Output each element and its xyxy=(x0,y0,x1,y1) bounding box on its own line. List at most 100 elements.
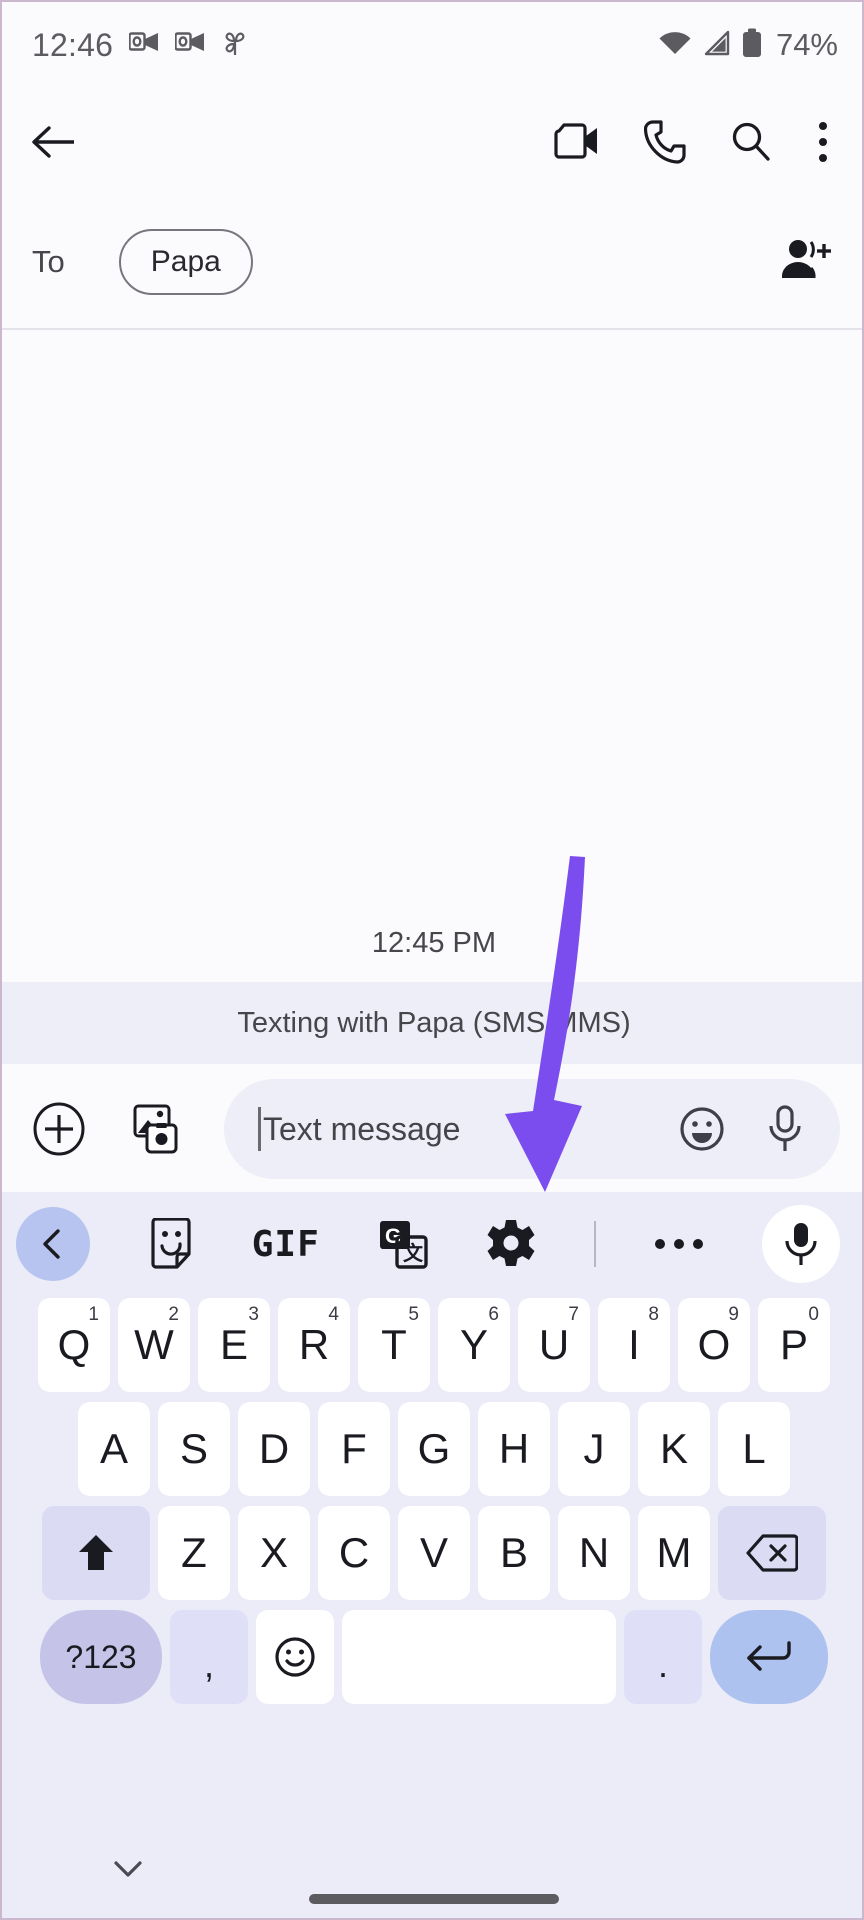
emoji-face-icon[interactable] xyxy=(256,1610,334,1704)
key-a[interactable]: A xyxy=(78,1402,150,1496)
back-arrow-icon[interactable] xyxy=(30,122,76,162)
key-z[interactable]: Z xyxy=(158,1506,230,1600)
key-period[interactable]: . xyxy=(624,1610,702,1704)
more-horizontal-icon[interactable] xyxy=(653,1236,705,1252)
key-u[interactable]: U7 xyxy=(518,1298,590,1392)
key-superscript: 2 xyxy=(168,1304,179,1325)
sticker-icon[interactable] xyxy=(147,1218,195,1270)
overflow-menu-icon[interactable] xyxy=(816,120,830,164)
key-superscript: 4 xyxy=(328,1304,339,1325)
key-label: R xyxy=(298,1321,330,1368)
key-s[interactable]: S xyxy=(158,1402,230,1496)
gif-button[interactable]: GIF xyxy=(252,1224,320,1265)
recipient-row: To Papa xyxy=(2,196,862,330)
key-n[interactable]: N xyxy=(558,1506,630,1600)
navigation-bar xyxy=(2,1838,862,1918)
outlook-icon xyxy=(128,30,159,61)
key-b[interactable]: B xyxy=(478,1506,550,1600)
key-space[interactable] xyxy=(342,1610,616,1704)
search-icon[interactable] xyxy=(730,121,772,163)
key-v[interactable]: V xyxy=(398,1506,470,1600)
key-d[interactable]: D xyxy=(238,1402,310,1496)
chevron-left-icon[interactable] xyxy=(16,1207,90,1281)
gif-label: GIF xyxy=(251,1223,320,1265)
phone-call-icon[interactable] xyxy=(644,120,686,164)
key-c[interactable]: C xyxy=(318,1506,390,1600)
recipient-chip-papa[interactable]: Papa xyxy=(118,229,253,295)
toolbar-divider xyxy=(594,1221,597,1267)
key-superscript: 5 xyxy=(408,1304,419,1325)
key-f[interactable]: F xyxy=(318,1402,390,1496)
key-m[interactable]: M xyxy=(638,1506,710,1600)
google-translate-icon[interactable]: G 文 xyxy=(377,1218,429,1270)
key-symbols[interactable]: ?123 xyxy=(40,1610,162,1704)
key-g[interactable]: G xyxy=(398,1402,470,1496)
key-x[interactable]: X xyxy=(238,1506,310,1600)
key-superscript: 6 xyxy=(488,1304,499,1325)
battery-icon xyxy=(742,28,762,63)
status-bar-left: 12:46 xyxy=(32,27,249,64)
microphone-icon[interactable] xyxy=(762,1205,841,1283)
status-bar: 12:46 74% xyxy=(2,2,862,88)
key-label: O xyxy=(697,1321,731,1368)
to-label: To xyxy=(32,244,65,279)
key-comma[interactable]: , xyxy=(170,1610,248,1704)
key-r[interactable]: R4 xyxy=(278,1298,350,1392)
sms-mms-banner: Texting with Papa (SMS/MMS) xyxy=(2,982,862,1064)
gallery-icon[interactable] xyxy=(128,1103,182,1155)
key-superscript: 9 xyxy=(728,1304,739,1325)
key-label: Q xyxy=(57,1321,91,1368)
key-k[interactable]: K xyxy=(638,1402,710,1496)
gear-icon[interactable] xyxy=(485,1218,537,1270)
keyboard-row-4: ?123 , . xyxy=(2,1610,862,1704)
video-call-icon[interactable] xyxy=(552,123,600,161)
key-p[interactable]: P0 xyxy=(758,1298,830,1392)
key-q[interactable]: Q1 xyxy=(38,1298,110,1392)
key-t[interactable]: T5 xyxy=(358,1298,430,1392)
add-person-icon[interactable] xyxy=(780,238,832,287)
emoji-face-icon[interactable] xyxy=(678,1105,726,1153)
home-gesture-bar[interactable] xyxy=(309,1894,559,1904)
phone-screen: 12:46 74% To Papa 12:45 PM Texting with … xyxy=(0,0,864,1920)
enter-return-icon[interactable] xyxy=(710,1610,828,1704)
key-w[interactable]: W2 xyxy=(118,1298,190,1392)
key-l[interactable]: L xyxy=(718,1402,790,1496)
keyboard-row-1: Q1 W2 E3 R4 T5 Y6 U7 I8 O9 P0 xyxy=(2,1298,862,1392)
composer-inline-icons xyxy=(678,1104,804,1154)
svg-text:文: 文 xyxy=(403,1241,424,1265)
message-input-field[interactable]: Text message xyxy=(224,1079,840,1179)
outlook-icon xyxy=(174,30,205,61)
key-label: W xyxy=(134,1321,174,1368)
key-i[interactable]: I8 xyxy=(598,1298,670,1392)
keyboard-row-3: Z X C V B N M xyxy=(2,1506,862,1600)
key-superscript: 3 xyxy=(248,1304,259,1325)
key-j[interactable]: J xyxy=(558,1402,630,1496)
status-bar-right: 74% xyxy=(658,27,838,63)
key-e[interactable]: E3 xyxy=(198,1298,270,1392)
conversation-timestamp: 12:45 PM xyxy=(371,927,497,959)
microphone-icon[interactable] xyxy=(766,1104,804,1154)
key-superscript: 7 xyxy=(568,1304,579,1325)
key-h[interactable]: H xyxy=(478,1402,550,1496)
shift-arrow-icon[interactable] xyxy=(42,1506,150,1600)
key-y[interactable]: Y6 xyxy=(438,1298,510,1392)
key-label: U xyxy=(538,1321,570,1368)
key-label: P xyxy=(779,1321,808,1368)
app-bar-actions xyxy=(552,120,830,164)
keyboard-toolbar: GIF G 文 xyxy=(2,1192,862,1296)
key-label: I xyxy=(628,1321,640,1368)
chevron-down-icon[interactable] xyxy=(110,1856,146,1887)
wifi-icon xyxy=(658,30,692,61)
backspace-icon[interactable] xyxy=(718,1506,826,1600)
plus-circle-icon[interactable] xyxy=(32,1102,86,1156)
key-label: E xyxy=(219,1321,248,1368)
cellular-signal-icon xyxy=(703,30,731,61)
key-superscript: 1 xyxy=(88,1304,99,1325)
key-o[interactable]: O9 xyxy=(678,1298,750,1392)
key-superscript: 8 xyxy=(648,1304,659,1325)
on-screen-keyboard: GIF G 文 Q 1 W 2 E 3 R 4 T 5 Y 6 U 7 I 8 … xyxy=(2,1192,862,1838)
key-label: T xyxy=(381,1321,407,1368)
text-cursor xyxy=(258,1107,261,1151)
message-input-placeholder: Text message xyxy=(263,1110,461,1147)
battery-percent-label: 74% xyxy=(775,27,838,62)
